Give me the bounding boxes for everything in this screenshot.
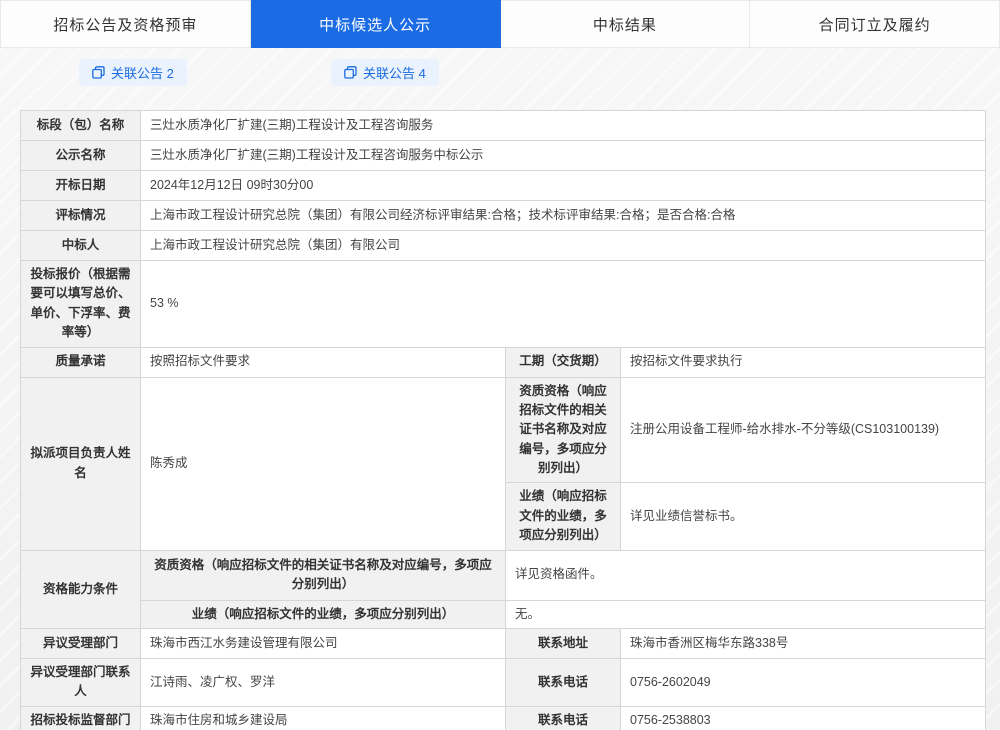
qualification-performance-label: 业绩（响应招标文件的业绩，多项应分别列出） <box>141 600 506 628</box>
evaluation-status-label: 评标情况 <box>21 201 141 231</box>
section-name-label: 标段（包）名称 <box>21 111 141 141</box>
qualification-capacity-label: 资格能力条件 <box>21 550 141 628</box>
related-announcement-label: 关联公告 4 <box>363 63 426 82</box>
quality-commitment-value: 按照招标文件要求 <box>141 347 506 377</box>
link-copy-icon <box>92 66 105 79</box>
supervision-phone-label: 联系电话 <box>506 706 621 730</box>
related-announcement-link-1[interactable]: 关联公告 2 <box>79 59 187 86</box>
supervision-phone-value: 0756-2538803 <box>621 706 986 730</box>
objection-contact-label: 异议受理部门联系人 <box>21 658 141 706</box>
qualification-cert-label: 资质资格（响应招标文件的相关证书名称及对应编号，多项应分别列出） <box>141 550 506 600</box>
objection-contact-value: 江诗雨、凌广权、罗洋 <box>141 658 506 706</box>
tab-contract[interactable]: 合同订立及履约 <box>750 0 1000 48</box>
bid-opening-date-value: 2024年12月12日 09时30分00 <box>141 171 986 201</box>
bid-price-label: 投标报价（根据需要可以填写总价、单价、下浮率、费率等） <box>21 261 141 348</box>
tab-tender-announcement[interactable]: 招标公告及资格预审 <box>0 0 251 48</box>
main-content: 关联公告 2 关联公告 4 标段（包）名称 三灶水质净化厂扩建(三期)工程设计及… <box>0 48 1000 730</box>
announcement-name-value: 三灶水质净化厂扩建(三期)工程设计及工程咨询服务中标公示 <box>141 141 986 171</box>
project-manager-value: 陈秀成 <box>141 377 506 550</box>
manager-performance-value: 详见业绩信誉标书。 <box>621 483 986 550</box>
evaluation-status-value: 上海市政工程设计研究总院（集团）有限公司经济标评审结果:合格；技术标评审结果:合… <box>141 201 986 231</box>
bid-opening-date-label: 开标日期 <box>21 171 141 201</box>
qualification-performance-value: 无。 <box>506 600 986 628</box>
bid-result-table: 标段（包）名称 三灶水质净化厂扩建(三期)工程设计及工程咨询服务 公示名称 三灶… <box>20 110 986 730</box>
manager-qualification-value: 注册公用设备工程师-给水排水-不分等级(CS103100139) <box>621 377 986 483</box>
quality-commitment-label: 质量承诺 <box>21 347 141 377</box>
supervision-department-label: 招标投标监督部门 <box>21 706 141 730</box>
construction-period-label: 工期（交货期） <box>506 347 621 377</box>
construction-period-value: 按招标文件要求执行 <box>621 347 986 377</box>
objection-phone-value: 0756-2602049 <box>621 658 986 706</box>
qualification-cert-value: 详见资格函件。 <box>506 550 986 600</box>
project-manager-label: 拟派项目负责人姓名 <box>21 377 141 550</box>
announcement-name-label: 公示名称 <box>21 141 141 171</box>
tab-winning-candidates[interactable]: 中标候选人公示 <box>251 0 501 48</box>
link-copy-icon <box>344 66 357 79</box>
manager-qualification-label: 资质资格（响应招标文件的相关证书名称及对应编号，多项应分别列出） <box>506 377 621 483</box>
objection-address-label: 联系地址 <box>506 628 621 658</box>
related-announcement-label: 关联公告 2 <box>111 63 174 82</box>
related-announcement-link-2[interactable]: 关联公告 4 <box>331 59 439 86</box>
manager-performance-label: 业绩（响应招标文件的业绩，多项应分别列出） <box>506 483 621 550</box>
bid-price-value: 53 % <box>141 261 986 348</box>
winning-bidder-label: 中标人 <box>21 231 141 261</box>
winning-bidder-value: 上海市政工程设计研究总院（集团）有限公司 <box>141 231 986 261</box>
supervision-department-value: 珠海市住房和城乡建设局 <box>141 706 506 730</box>
objection-department-value: 珠海市西江水务建设管理有限公司 <box>141 628 506 658</box>
objection-phone-label: 联系电话 <box>506 658 621 706</box>
objection-address-value: 珠海市香洲区梅华东路338号 <box>621 628 986 658</box>
section-name-value: 三灶水质净化厂扩建(三期)工程设计及工程咨询服务 <box>141 111 986 141</box>
objection-department-label: 异议受理部门 <box>21 628 141 658</box>
tab-winning-result[interactable]: 中标结果 <box>501 0 751 48</box>
tab-bar: 招标公告及资格预审 中标候选人公示 中标结果 合同订立及履约 <box>0 0 1000 48</box>
